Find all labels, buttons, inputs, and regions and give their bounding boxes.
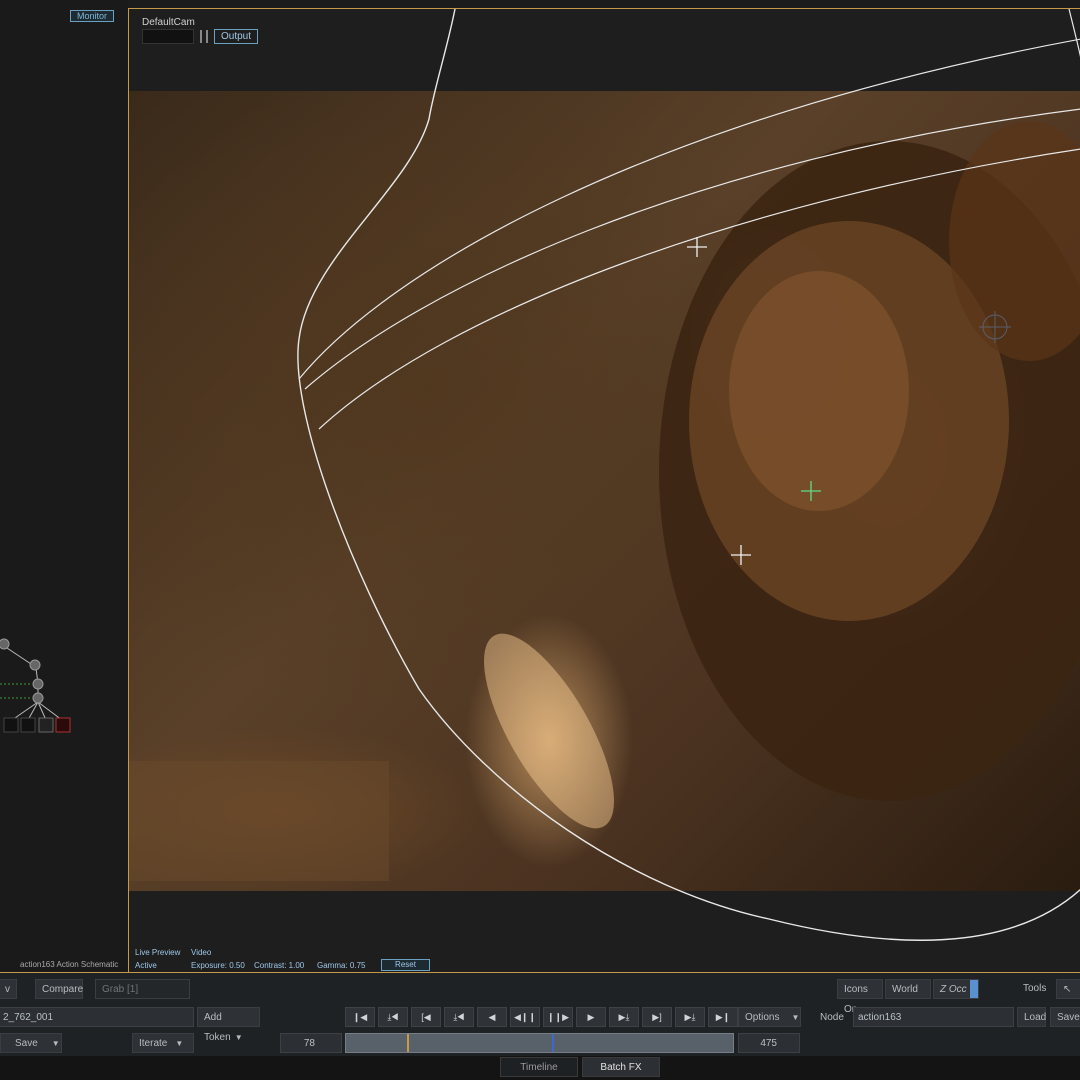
iterate-button[interactable]: Iterate ▼ (132, 1033, 194, 1053)
chevron-down-icon: ▼ (175, 1039, 184, 1048)
live-preview-label: Live Preview (135, 948, 181, 957)
pointer-tool-button[interactable]: ↖ (1056, 979, 1080, 999)
pause-icon[interactable]: ❙❙▶ (543, 1007, 573, 1027)
exposure-value: Exposure: 0.50 (191, 961, 245, 970)
viewer-panel[interactable]: DefaultCam Output Live Preview Video Act… (128, 8, 1080, 972)
mark-out-icon[interactable]: ▶⤓ (675, 1007, 705, 1027)
icons-on-toggle[interactable]: Icons On (837, 979, 883, 1015)
mark-in-icon[interactable]: ⤓◀ (378, 1007, 408, 1027)
go-end-icon[interactable]: ▶❙ (708, 1007, 738, 1027)
z-occ-toggle[interactable]: Z Occ (933, 979, 979, 999)
save-button[interactable]: Save ▼ (0, 1033, 62, 1053)
view-button[interactable]: v (0, 979, 17, 999)
tab-batch-fx[interactable]: Batch FX (582, 1057, 660, 1077)
go-start-icon[interactable]: ❙◀ (345, 1007, 375, 1027)
add-token-button[interactable]: Add Token ▼ (197, 1007, 260, 1043)
start-frame-field[interactable]: 78 (280, 1033, 342, 1053)
action-schematic-panel[interactable]: Monitor action163 Action Schematic (0, 0, 128, 972)
iterate-label: Iterate (139, 1038, 168, 1049)
playhead-marker[interactable] (552, 1034, 554, 1052)
play-reverse-icon[interactable]: ◀❙❙ (510, 1007, 540, 1027)
schematic-title: action163 Action Schematic (20, 960, 119, 969)
z-occ-label: Z Occ (940, 984, 967, 995)
clip-name-field[interactable]: 2_762_001 (0, 1007, 194, 1027)
schematic-graph[interactable] (0, 630, 128, 740)
helmet-spline-overlay[interactable] (129, 9, 1080, 972)
next-key-icon[interactable]: ▶⤓ (609, 1007, 639, 1027)
reset-button[interactable]: Reset (381, 959, 430, 971)
chevron-down-icon: ▼ (791, 1013, 800, 1022)
save-label: Save (15, 1038, 38, 1049)
tools-label: Tools (1023, 983, 1047, 994)
options-button[interactable]: Options ▼ (738, 1007, 801, 1027)
options-label: Options (745, 1012, 780, 1023)
play-icon[interactable]: ▶ (576, 1007, 606, 1027)
gamma-value: Gamma: 0.75 (317, 961, 366, 970)
compare-button[interactable]: Compare (35, 979, 83, 999)
load-button[interactable]: Load (1017, 1007, 1046, 1027)
node-name-field[interactable]: action163 (853, 1007, 1014, 1027)
in-bracket-icon[interactable]: [◀ (411, 1007, 441, 1027)
prev-key-icon[interactable]: ⤓◀ (444, 1007, 474, 1027)
contrast-value: Contrast: 1.00 (254, 961, 305, 970)
save-setup-button[interactable]: Save (1050, 1007, 1080, 1027)
z-occ-indicator (970, 980, 978, 998)
timeline-scrubber[interactable] (345, 1033, 734, 1053)
world-toggle[interactable]: World (885, 979, 931, 999)
cursor-icon: ↖ (1063, 984, 1072, 995)
out-bracket-icon[interactable]: ▶] (642, 1007, 672, 1027)
end-frame-field[interactable]: 475 (738, 1033, 800, 1053)
tab-timeline[interactable]: Timeline (500, 1057, 578, 1077)
node-label: Node (820, 1012, 844, 1023)
chevron-down-icon: ▼ (51, 1039, 60, 1048)
grab-button[interactable]: Grab [1] (95, 979, 190, 999)
add-token-label: Add Token (204, 1012, 231, 1043)
playhead-in-marker (407, 1034, 409, 1052)
step-back-icon[interactable]: ◀ (477, 1007, 507, 1027)
video-label: Video (191, 948, 212, 957)
active-label: Active (135, 961, 157, 970)
monitor-button[interactable]: Monitor (70, 10, 115, 22)
chevron-down-icon: ▼ (234, 1033, 243, 1042)
